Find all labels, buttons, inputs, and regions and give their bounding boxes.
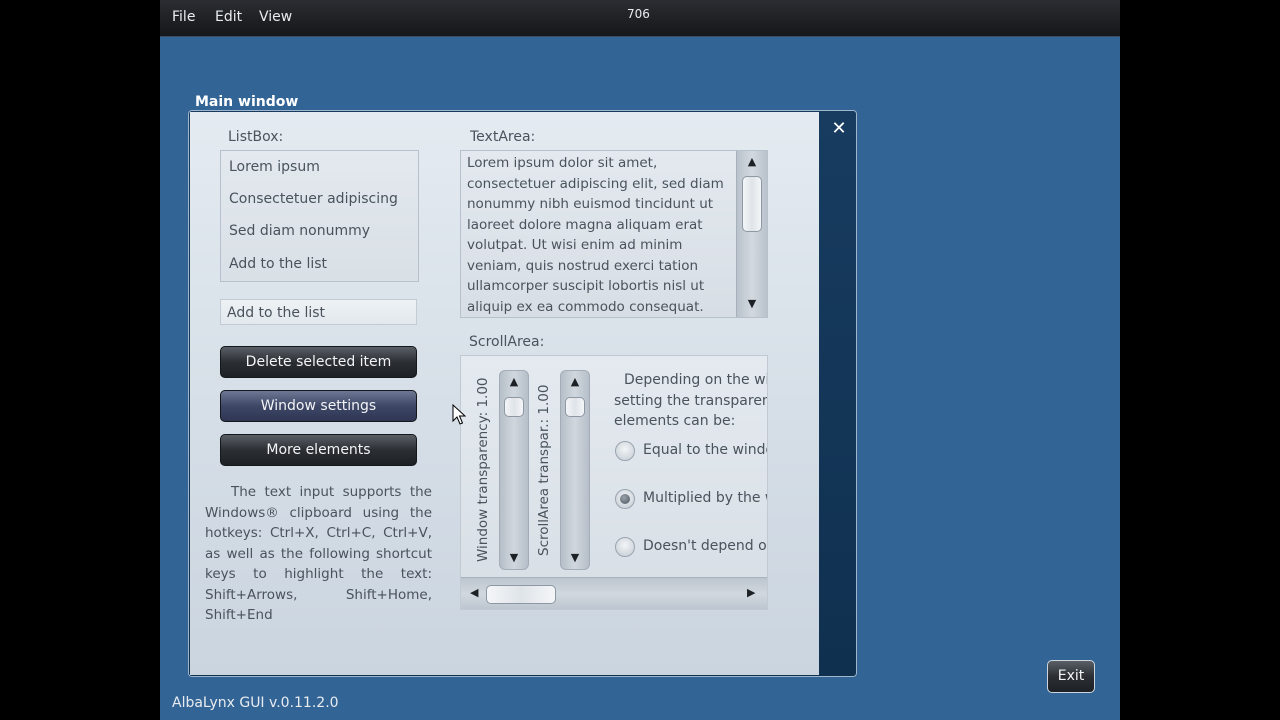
add-item-input[interactable]: Add to the list [220,299,417,325]
listbox-label: ListBox: [228,129,284,145]
scroll-area-horizontal-scrollbar[interactable]: ◀ ▶ [461,577,767,609]
list-item[interactable]: Add to the list [229,256,327,272]
arrow-up-icon[interactable]: ▲ [561,375,589,388]
slider-thumb[interactable] [565,397,585,417]
close-icon[interactable]: ✕ [829,119,849,139]
description-line: elements can be: [614,413,736,429]
clipboard-info-text: The text input supports the Windows® cli… [205,484,432,623]
text-area-scrollbar[interactable]: ▲ ▼ [736,151,767,317]
listbox[interactable]: Lorem ipsum Consectetuer adipiscing Sed … [220,150,419,282]
version-label: AlbaLynx GUI v.0.11.2.0 [172,695,339,711]
app-screen: File Edit View 706 Main window ListBox: … [160,0,1120,720]
arrow-up-icon[interactable]: ▲ [737,155,767,168]
arrow-down-icon[interactable]: ▼ [737,297,767,310]
radio-multiplied-by-window[interactable] [615,489,635,509]
description-line: Depending on the wi [624,372,768,388]
text-area-content[interactable]: Lorem ipsum dolor sit amet, consectetuer… [467,153,733,315]
menu-bar: File Edit View 706 [160,0,1120,37]
scrollbar-thumb[interactable] [742,176,762,232]
arrow-down-icon[interactable]: ▼ [500,551,528,564]
radio-equal-to-window[interactable] [615,441,635,461]
menu-file[interactable]: File [172,9,195,25]
fps-counter: 706 [627,7,650,21]
radio-label: Equal to the windo [643,442,768,458]
menu-edit[interactable]: Edit [215,9,242,25]
textarea-label: TextArea: [470,129,536,145]
transparency-description: Depending on the wi setting the transpar… [614,370,768,432]
radio-label: Multiplied by the w [643,490,768,506]
scrollarea-label: ScrollArea: [469,334,545,350]
text-area[interactable]: Lorem ipsum dolor sit amet, consectetuer… [460,150,768,318]
window-title: Main window [195,94,299,110]
main-window: ListBox: Lorem ipsum Consectetuer adipis… [189,111,856,676]
scrollarea-transparency-label: ScrollArea transpar.: 1.00 [536,384,552,556]
radio-label: Doesn't depend or [643,538,768,554]
list-item[interactable]: Consectetuer adipiscing [229,191,398,207]
radio-doesnt-depend[interactable] [615,537,635,557]
window-transparency-slider[interactable]: ▲ ▼ [499,370,529,570]
arrow-right-icon[interactable]: ▶ [747,586,755,599]
more-elements-button[interactable]: More elements [220,434,417,466]
arrow-up-icon[interactable]: ▲ [500,375,528,388]
scrollbar-thumb[interactable] [486,585,556,604]
exit-button[interactable]: Exit [1047,660,1095,693]
menu-view[interactable]: View [259,9,292,25]
arrow-down-icon[interactable]: ▼ [561,551,589,564]
arrow-left-icon[interactable]: ◀ [470,586,478,599]
scrollarea-transparency-slider[interactable]: ▲ ▼ [560,370,590,570]
delete-selected-item-button[interactable]: Delete selected item [220,346,417,378]
mouse-pointer-icon [452,404,466,425]
window-content: ListBox: Lorem ipsum Consectetuer adipis… [190,112,819,675]
window-settings-button[interactable]: Window settings [220,390,417,422]
slider-thumb[interactable] [504,397,524,417]
scroll-area[interactable]: Window transparency: 1.00 ▲ ▼ ScrollArea… [460,355,768,610]
list-item[interactable]: Sed diam nonummy [229,223,370,239]
window-transparency-label: Window transparency: 1.00 [475,377,491,562]
list-item[interactable]: Lorem ipsum [229,159,320,175]
description-line: setting the transparenc [614,392,768,409]
